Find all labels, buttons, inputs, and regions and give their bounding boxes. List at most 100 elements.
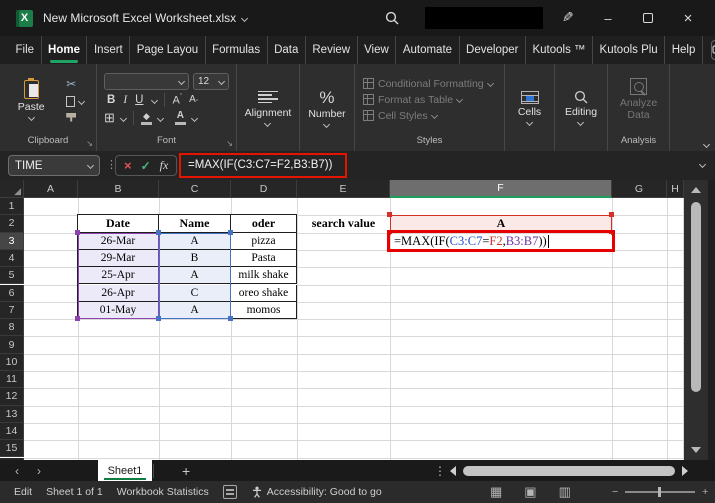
row-header-5[interactable]: 5 (0, 267, 24, 284)
tab-view[interactable]: View (358, 36, 397, 64)
number-button[interactable]: % Number (302, 87, 351, 129)
cell-D5[interactable]: milk shake (231, 267, 297, 284)
clipboard-dialog-launcher[interactable]: ↘ (86, 140, 93, 148)
insert-function-icon[interactable]: fx (160, 158, 169, 173)
copy-button[interactable] (66, 96, 84, 107)
shrink-font-button[interactable]: Aˇ (189, 94, 198, 107)
row-header-8[interactable]: 8 (0, 319, 24, 336)
row-header-4[interactable]: 4 (0, 250, 24, 267)
cell-B5[interactable]: 25-Apr (78, 267, 159, 284)
scroll-right-arrow[interactable] (682, 466, 688, 476)
cells-button[interactable]: Cells (512, 89, 547, 127)
cell-B4[interactable]: 29-Mar (78, 250, 159, 267)
cell-C5[interactable]: A (159, 267, 231, 284)
row-header-1[interactable]: 1 (0, 198, 24, 215)
row-header-13[interactable]: 13 (0, 406, 24, 423)
underline-button[interactable]: U (132, 94, 146, 106)
column-header-H[interactable]: H (667, 180, 684, 198)
fill-color-button[interactable]: ◆ (141, 112, 152, 125)
tab-home[interactable]: Home (42, 36, 88, 64)
tab-kutools-plu[interactable]: Kutools Plu (593, 36, 665, 64)
column-header-A[interactable]: A (24, 180, 78, 198)
collapse-ribbon-chevron-icon[interactable] (703, 141, 710, 148)
sheet-tab-sheet1[interactable]: Sheet1 (98, 460, 152, 481)
cancel-icon[interactable]: × (124, 158, 132, 173)
scroll-down-arrow[interactable] (691, 447, 701, 453)
row-header-2[interactable]: 2 (0, 215, 24, 232)
close-button[interactable]: × (668, 0, 708, 36)
row-header-15[interactable]: 15 (0, 440, 24, 457)
select-all-corner[interactable]: ◢ (0, 180, 24, 198)
minimize-button[interactable]: – (588, 0, 628, 36)
tab-kutools[interactable]: Kutools ™ (526, 36, 593, 64)
font-color-chevron-icon[interactable] (191, 114, 198, 121)
row-header-7[interactable]: 7 (0, 302, 24, 319)
underline-chevron-icon[interactable] (151, 96, 158, 103)
cell-E2-search-label[interactable]: search value (297, 215, 390, 232)
cell-D6[interactable]: oreo shake (231, 285, 297, 302)
maximize-button[interactable] (628, 0, 668, 36)
cell-D3[interactable]: pizza (231, 233, 297, 250)
row-header-14[interactable]: 14 (0, 423, 24, 440)
expand-formula-bar-chevron-icon[interactable] (699, 161, 706, 168)
font-color-button[interactable]: A (175, 111, 186, 125)
zoom-out-button[interactable]: − (612, 486, 618, 498)
column-header-D[interactable]: D (231, 180, 297, 198)
zoom-slider-thumb[interactable] (658, 487, 661, 497)
zoom-slider[interactable] (625, 491, 695, 493)
name-box[interactable]: TIME (8, 155, 100, 176)
grow-font-button[interactable]: Aˆ (172, 94, 182, 107)
zoom-in-button[interactable]: + (702, 486, 708, 498)
cell-D7[interactable]: momos (231, 302, 297, 319)
cell-styles-button[interactable]: Cell Styles (363, 110, 437, 122)
enter-icon[interactable]: ✓ (141, 159, 151, 173)
horizontal-scroll-thumb[interactable] (463, 466, 675, 476)
fill-color-chevron-icon[interactable] (157, 114, 164, 121)
italic-button[interactable]: I (120, 94, 130, 106)
next-sheet-button[interactable]: › (28, 464, 50, 478)
row-header-3[interactable]: 3 (0, 233, 24, 250)
tab-insert[interactable]: Insert (87, 36, 130, 64)
borders-chevron-icon[interactable] (120, 114, 127, 121)
prev-sheet-button[interactable]: ‹ (6, 464, 28, 478)
borders-button[interactable]: ⊞ (104, 110, 115, 126)
horizontal-scrollbar[interactable] (450, 463, 706, 478)
table-header-oder[interactable]: oder (231, 215, 297, 232)
editing-button[interactable]: Editing (559, 88, 603, 127)
accessibility-status[interactable]: Accessibility: Good to go (267, 486, 382, 498)
new-sheet-button[interactable]: + (182, 463, 190, 479)
column-header-F[interactable]: F (390, 180, 612, 198)
tab-data[interactable]: Data (268, 36, 306, 64)
table-header-Name[interactable]: Name (159, 215, 231, 232)
column-header-E[interactable]: E (297, 180, 390, 198)
font-name-combo[interactable] (104, 73, 189, 90)
conditional-formatting-button[interactable]: Conditional Formatting (363, 78, 493, 90)
row-header-10[interactable]: 10 (0, 354, 24, 371)
row-header-9[interactable]: 9 (0, 336, 24, 353)
cell-B7[interactable]: 01-May (78, 302, 159, 319)
format-painter-button[interactable] (66, 113, 76, 122)
ink-pen-icon[interactable]: ✎ (562, 9, 574, 26)
cell-C3[interactable]: A (159, 233, 231, 250)
cut-button[interactable]: ✂ (66, 78, 84, 90)
page-layout-view-button[interactable]: ▣ (524, 484, 536, 500)
page-break-view-button[interactable]: ▥ (559, 484, 571, 500)
cell-C4[interactable]: B (159, 250, 231, 267)
paste-button[interactable]: Paste (12, 78, 51, 122)
normal-view-button[interactable]: ▦ (490, 484, 502, 500)
workbook-statistics-icon[interactable] (223, 485, 237, 499)
scroll-up-arrow[interactable] (691, 187, 701, 193)
tab-automate[interactable]: Automate (396, 36, 459, 64)
cell-B3[interactable]: 26-Mar (78, 233, 159, 250)
tabbar-options-dots[interactable]: ⋮ (434, 464, 446, 478)
tab-help[interactable]: Help (665, 36, 703, 64)
column-header-G[interactable]: G (612, 180, 667, 198)
vertical-scroll-thumb[interactable] (691, 202, 701, 392)
tab-formulas[interactable]: Formulas (206, 36, 268, 64)
font-dialog-launcher[interactable]: ↘ (226, 140, 233, 148)
bold-button[interactable]: B (104, 94, 118, 106)
alignment-button[interactable]: Alignment (239, 87, 298, 128)
row-header-11[interactable]: 11 (0, 371, 24, 388)
row-header-12[interactable]: 12 (0, 388, 24, 405)
formula-bar-input[interactable]: =MAX(IF(C3:C7=F2,B3:B7)) (181, 155, 345, 175)
